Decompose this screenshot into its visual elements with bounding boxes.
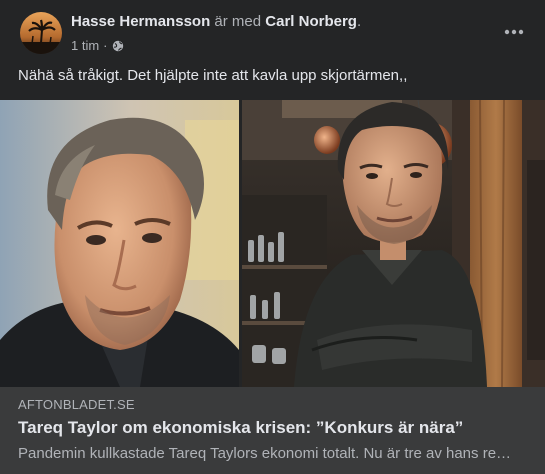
link-domain: AFTONBLADET.SE [18,397,135,412]
meta-separator: · [103,38,108,53]
globe-icon[interactable] [112,40,124,52]
restaurant-portrait-image [242,100,545,387]
link-preview-images [0,100,545,387]
post-text: Nähä så tråkigt. Det hjälpte inte att ka… [18,67,408,84]
author-line: Hasse Hermansson är med Carl Norberg. [71,13,361,30]
post-meta: 1 tim · [71,38,124,53]
more-options-button[interactable] [496,20,532,44]
facebook-post: Hasse Hermansson är med Carl Norberg. 1 … [0,0,545,474]
link-title[interactable]: Tareq Taylor om ekonomiska krisen: ”Konk… [18,418,463,438]
portrait-photo-left[interactable] [0,100,239,387]
link-preview-card[interactable]: AFTONBLADET.SE Tareq Taylor om ekonomisk… [0,387,545,474]
tagged-name[interactable]: Carl Norberg [265,13,357,30]
ellipsis-icon [504,29,524,35]
portrait-photo-right[interactable] [242,100,545,387]
post-header: Hasse Hermansson är med Carl Norberg. 1 … [0,0,545,62]
with-text: är med [214,13,262,30]
link-description: Pandemin kullkastade Tareq Taylors ekono… [18,445,518,462]
period: . [356,13,362,30]
post-time[interactable]: 1 tim [71,38,99,53]
author-avatar[interactable] [20,12,62,54]
portrait-image [0,100,239,387]
author-name[interactable]: Hasse Hermansson [71,13,210,30]
avatar-image [20,12,62,54]
